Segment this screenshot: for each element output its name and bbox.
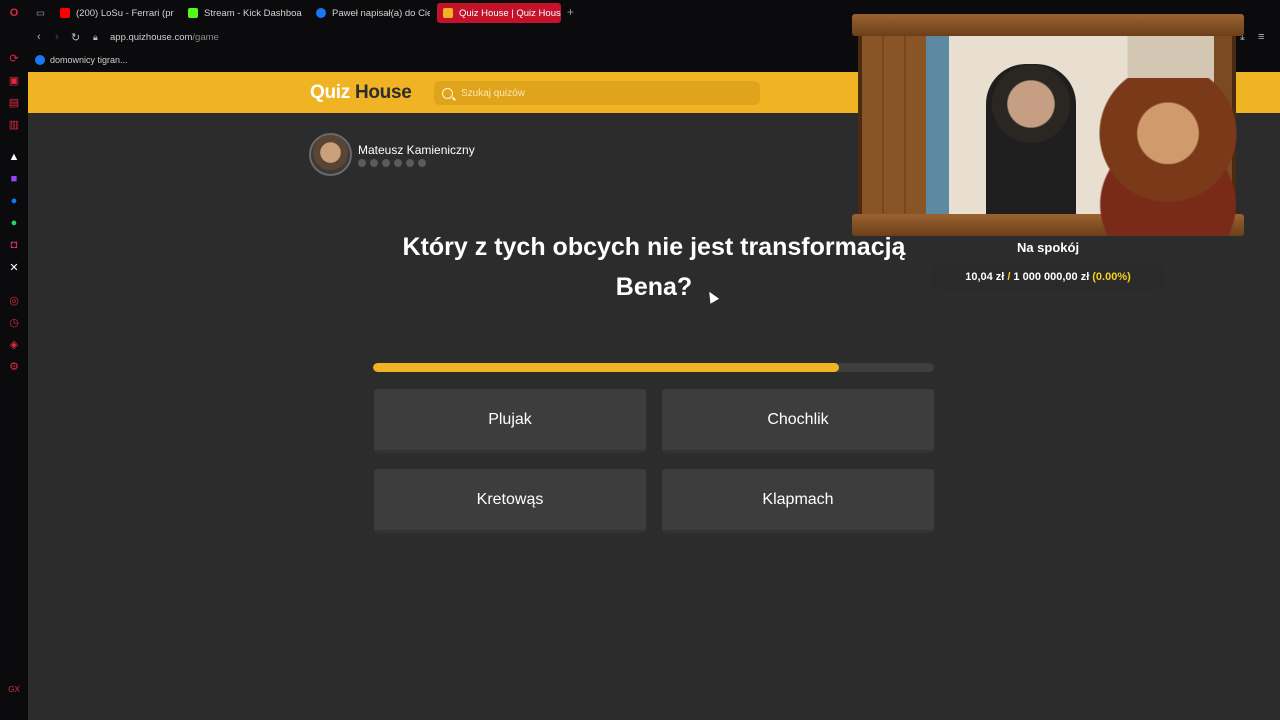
pirate-mascot-image	[1058, 78, 1258, 236]
bookmark-label: domownicy tigran...	[50, 55, 128, 65]
answer-button-1[interactable]: Plujak	[374, 389, 646, 453]
donation-goal-title: Na spokój	[1016, 240, 1080, 255]
answer-button-3[interactable]: Kretowąs	[374, 469, 646, 533]
search-input[interactable]	[461, 87, 741, 99]
store-icon[interactable]: ▤	[7, 95, 21, 109]
tab-label: Stream - Kick Dashboard	[204, 7, 302, 19]
reload-icon[interactable]: ↻	[71, 31, 80, 44]
x-icon[interactable]: ✕	[7, 260, 21, 274]
timer-bar-fill	[373, 363, 839, 372]
new-tab-button[interactable]: +	[567, 5, 574, 19]
browser-sidebar: O ⟳ ▣ ▤ ▥ ▲ ■ ● ● ◘ ✕ ◎ ◷ ◈ ⚙ GX	[0, 0, 28, 720]
tab-quizhouse[interactable]: Quiz House | Quiz House	[437, 3, 561, 23]
tab-kick[interactable]: Stream - Kick Dashboard	[182, 3, 302, 23]
instagram-icon[interactable]: ◘	[7, 238, 21, 252]
settings-icon[interactable]: ⚙	[7, 359, 21, 373]
logo-house: House	[354, 82, 412, 103]
logo-quiz: Quiz	[310, 82, 350, 103]
donation-current: 10,04 zł	[965, 271, 1005, 283]
url-field[interactable]: app.quizhouse.com/game	[110, 32, 219, 43]
facebook-icon	[316, 8, 326, 18]
frame-top-beam	[852, 14, 1244, 36]
question-text: Który z tych obcych nie jest transformac…	[402, 233, 906, 301]
url-path: /game	[192, 32, 219, 43]
progress-dots	[358, 159, 426, 167]
youtube-icon	[60, 8, 70, 18]
bookmark-item[interactable]: domownicy tigran...	[35, 55, 128, 65]
player-name: Mateusz Kamieniczny	[358, 142, 475, 157]
lock-icon: 🔒︎	[93, 32, 98, 42]
donation-separator: /	[1007, 271, 1011, 283]
music-icon[interactable]: ◎	[7, 293, 21, 307]
quizhouse-icon	[443, 8, 453, 18]
progress-dot	[406, 159, 414, 167]
opera-logo-icon[interactable]: O	[7, 6, 21, 20]
site-logo[interactable]: Quiz House	[310, 82, 412, 104]
whatsapp-icon[interactable]: ●	[7, 216, 21, 230]
menu-icon[interactable]: ≡	[1258, 31, 1264, 43]
progress-dot	[382, 159, 390, 167]
donation-goal-bar: 10,04 zł / 1 000 000,00 zł (0.00%)	[930, 264, 1166, 290]
timer-bar	[373, 363, 934, 372]
progress-dot	[418, 159, 426, 167]
tab-facebook[interactable]: Paweł napisał(a) do Cieb	[310, 3, 430, 23]
facebook-icon	[35, 55, 45, 65]
refresh-icon[interactable]: ⟳	[7, 51, 21, 65]
progress-dot	[394, 159, 402, 167]
twitch-icon[interactable]: ■	[7, 172, 21, 186]
news-icon[interactable]: ▥	[7, 117, 21, 131]
extensions-icon[interactable]: ◈	[7, 337, 21, 351]
kick-icon	[188, 8, 198, 18]
gx-icon[interactable]: GX	[7, 682, 21, 696]
tab-youtube[interactable]: (200) LoSu - Ferrari (prod	[54, 3, 174, 23]
tab-menu-icon[interactable]: ▭	[30, 3, 52, 23]
history-icon[interactable]: ◷	[7, 315, 21, 329]
aria-icon[interactable]: ▲	[7, 150, 21, 164]
bag-icon[interactable]: ▣	[7, 73, 21, 87]
url-host: app.quizhouse.com	[110, 32, 193, 43]
frame-planks	[862, 30, 926, 216]
messenger-icon[interactable]: ●	[7, 194, 21, 208]
progress-dot	[358, 159, 366, 167]
donation-goal: 1 000 000,00 zł	[1013, 271, 1090, 283]
avatar	[309, 133, 352, 176]
forward-icon[interactable]: ›	[55, 31, 59, 43]
tab-label: (200) LoSu - Ferrari (prod	[76, 7, 174, 19]
search-box[interactable]	[434, 81, 760, 105]
tab-label: Quiz House | Quiz House	[459, 7, 561, 19]
search-icon	[442, 87, 453, 99]
answer-button-4[interactable]: Klapmach	[662, 469, 934, 533]
answer-button-2[interactable]: Chochlik	[662, 389, 934, 453]
tab-label: Paweł napisał(a) do Cieb	[332, 7, 430, 19]
progress-dot	[370, 159, 378, 167]
back-icon[interactable]: ‹	[37, 31, 41, 43]
donation-percent: (0.00%)	[1092, 271, 1131, 283]
player-info: Mateusz Kamieniczny	[309, 133, 475, 176]
